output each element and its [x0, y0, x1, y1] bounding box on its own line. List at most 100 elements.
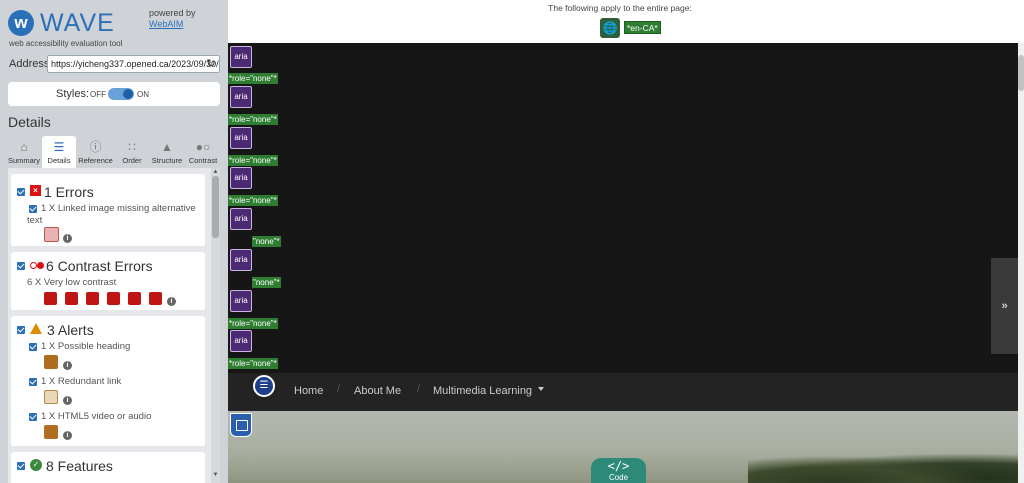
linked-image-error-icon[interactable] [44, 227, 59, 242]
webaim-link[interactable]: WebAIM [149, 19, 196, 30]
errors-title: 1 Errors [44, 184, 94, 200]
tab-order[interactable]: ∷ Order [116, 136, 148, 168]
code-label: Code [608, 473, 629, 482]
wave-logo-icon: w [8, 10, 34, 36]
scroll-up-icon[interactable]: ▲ [211, 168, 220, 176]
page-scrollbar[interactable] [1018, 43, 1024, 483]
info-icon[interactable]: i [63, 361, 72, 370]
aria-icon[interactable]: aria [230, 46, 252, 68]
info-icon[interactable]: i [63, 396, 72, 405]
info-icon[interactable]: i [167, 297, 176, 306]
nav-separator: / [337, 383, 341, 395]
errors-checkbox[interactable] [17, 188, 25, 196]
contrast-error-instance-icon[interactable] [107, 292, 120, 305]
tab-summary[interactable]: ⌂ Summary [6, 136, 42, 168]
list-icon: ☰ [53, 140, 65, 154]
nav-separator: / [417, 383, 421, 395]
role-none-tag: *role="none"* [228, 73, 278, 84]
scroll-thumb[interactable] [212, 176, 219, 238]
role-none-tag: *role="none"* [228, 195, 278, 206]
contrast-error-instance-icon[interactable] [44, 292, 57, 305]
globe-icon[interactable]: 🌐 [600, 18, 620, 38]
html5-media-icon[interactable] [230, 413, 252, 437]
address-input[interactable]: https://yicheng337.opened.ca/2023/09/30/… [47, 55, 220, 73]
aria-icon[interactable]: aria [230, 127, 252, 149]
wave-logo-text: WAVE [40, 9, 115, 37]
tab-reference[interactable]: ⓘ Reference [77, 136, 114, 168]
styles-label: Styles: [56, 88, 90, 100]
contrast-checkbox[interactable] [17, 262, 25, 270]
nav-home[interactable]: Home [294, 385, 323, 397]
styles-toggle[interactable] [108, 88, 134, 100]
code-panel-toggle[interactable]: </> Code [591, 458, 646, 483]
expand-sidebar-button[interactable]: » [991, 258, 1018, 354]
toggle-knob [123, 89, 133, 99]
styles-toggle-box: Styles: OFF ON [8, 82, 220, 106]
aria-icon[interactable]: aria [230, 86, 252, 108]
address-label: Address: [9, 58, 53, 70]
features-title: 8 Features [46, 458, 113, 474]
alert-item-checkbox[interactable] [29, 378, 37, 386]
scroll-down-icon[interactable]: ▼ [211, 471, 220, 479]
code-icon: </> [607, 459, 630, 473]
nav-about-me[interactable]: About Me [354, 385, 401, 397]
details-heading: Details [8, 114, 51, 130]
redundant-link-icon[interactable] [44, 390, 58, 404]
aria-icon[interactable]: aria [230, 290, 252, 312]
order-icon: ∷ [128, 140, 136, 154]
error-icon: × [30, 185, 41, 196]
alert-icon [30, 323, 42, 334]
page-header-dark: aria *role="none"* aria *role="none"* ar… [228, 43, 1018, 373]
contrast-item-text[interactable]: 6 X Very low contrast [27, 277, 116, 289]
alert-item-checkbox[interactable] [29, 413, 37, 421]
alert-item-text[interactable]: 1 X Possible heading [41, 341, 130, 353]
page-preview: The following apply to the entire page: … [228, 0, 1024, 483]
contrast-error-instance-icon[interactable] [149, 292, 162, 305]
alert-item-text[interactable]: 1 X Redundant link [41, 376, 121, 388]
page-level-note: The following apply to the entire page: [548, 3, 692, 13]
list-icon[interactable]: ☰ [253, 375, 275, 397]
sidebar-tabs: ⌂ Summary ☰ Details ⓘ Reference ∷ Order … [6, 136, 220, 168]
contrast-error-instance-icon[interactable] [86, 292, 99, 305]
alert-item-checkbox[interactable] [29, 343, 37, 351]
details-scrollbar[interactable]: ▲ ▼ [211, 168, 220, 483]
aria-icon[interactable]: aria [230, 167, 252, 189]
contrast-icon: ●○ [195, 140, 211, 154]
role-none-tag: "none"* [252, 236, 281, 247]
aria-icon[interactable]: aria [230, 330, 252, 352]
tab-details[interactable]: ☰ Details [42, 136, 76, 168]
contrast-error-instance-icon[interactable] [128, 292, 141, 305]
alert-item-text[interactable]: 1 X HTML5 video or audio [41, 411, 151, 423]
tab-structure[interactable]: ▲ Structure [149, 136, 185, 168]
language-tag: *en-CA* [624, 21, 661, 34]
structure-icon: ▲ [161, 140, 173, 154]
media-alert-icon[interactable] [44, 425, 58, 439]
styles-off-label: OFF [90, 90, 106, 99]
role-none-tag: *role="none"* [228, 358, 278, 369]
styles-on-label: ON [137, 90, 149, 99]
nav-multimedia-learning[interactable]: Multimedia Learning [433, 385, 532, 397]
error-item-text[interactable]: 1 X Linked image missing alternative tex… [27, 203, 203, 227]
alerts-checkbox[interactable] [17, 326, 25, 334]
info-icon[interactable]: i [63, 431, 72, 440]
page-scroll-thumb[interactable] [1018, 55, 1024, 91]
aria-icon[interactable]: aria [230, 249, 252, 271]
role-none-tag: "none"* [252, 277, 281, 288]
wave-subtitle: web accessibility evaluation tool [9, 39, 123, 48]
chevron-down-icon[interactable] [538, 387, 544, 391]
home-icon: ⌂ [20, 140, 28, 154]
features-checkbox[interactable] [17, 462, 25, 470]
wave-sidebar: w WAVE web accessibility evaluation tool… [0, 0, 228, 483]
possible-heading-icon[interactable] [44, 355, 58, 369]
tab-contrast[interactable]: ●○ Contrast [186, 136, 220, 168]
features-card: ✓ 8 Features [11, 452, 205, 483]
alerts-title: 3 Alerts [47, 322, 94, 338]
reload-icon[interactable]: ↻ [204, 56, 218, 72]
contrast-error-instance-icon[interactable] [65, 292, 78, 305]
contrast-title: 6 Contrast Errors [46, 258, 153, 274]
info-icon[interactable]: i [63, 234, 72, 243]
feature-check-icon: ✓ [30, 459, 42, 471]
hero-image: </> Code [228, 411, 1018, 483]
aria-icon[interactable]: aria [230, 208, 252, 230]
alerts-card: 3 Alerts 1 X Possible heading i 1 X Redu… [11, 316, 205, 446]
